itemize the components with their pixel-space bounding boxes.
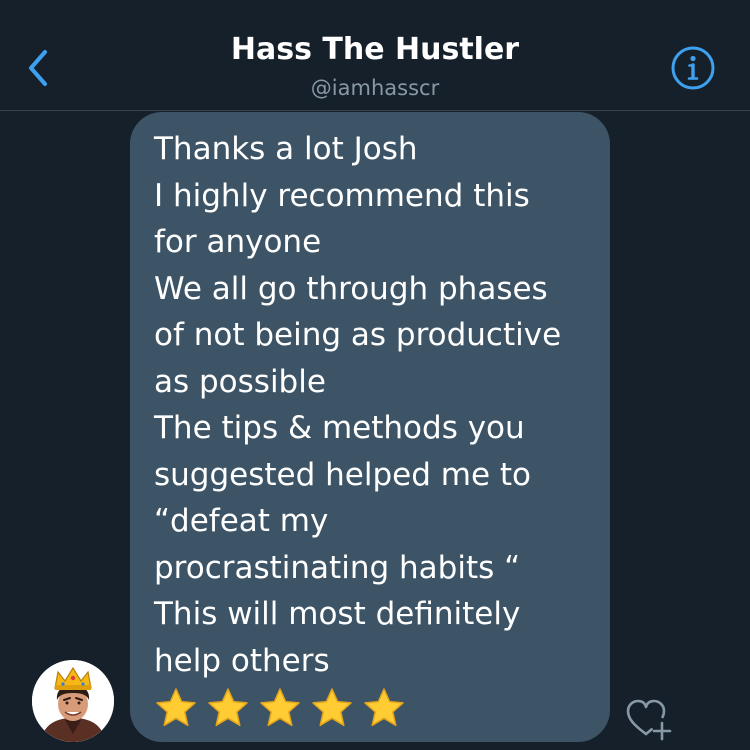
- heart-plus-icon: [626, 699, 672, 741]
- star-emoji-icon: [208, 688, 248, 727]
- star-emoji-icon: [260, 688, 300, 727]
- conversation-title[interactable]: Hass The Hustler: [0, 30, 750, 70]
- dm-conversation-screen: Hass The Hustler @iamhasscr Thanks a lot…: [0, 0, 750, 750]
- like-message-button[interactable]: [624, 696, 674, 742]
- message-line: “defeat my: [154, 503, 329, 539]
- message-line: Thanks a lot Josh: [154, 131, 418, 167]
- message-line: of not being as productive: [154, 317, 562, 353]
- message-bubble[interactable]: Thanks a lot Josh I highly recommend thi…: [130, 112, 610, 742]
- message-line: as possible: [154, 363, 326, 400]
- avatar-crowned-man-icon: [32, 660, 114, 742]
- message-line: for anyone: [154, 224, 322, 260]
- sender-avatar[interactable]: [32, 660, 114, 742]
- conversation-header: Hass The Hustler @iamhasscr: [0, 0, 750, 111]
- message-line: suggested helped me to: [154, 456, 531, 493]
- message-line: procrastinating habits “: [154, 549, 521, 586]
- message-line: I highly recommend this: [154, 177, 530, 214]
- star-emoji-icon: [156, 688, 196, 727]
- info-circle-icon: [671, 46, 715, 90]
- info-button[interactable]: [670, 45, 716, 91]
- message-line: This will most definitely: [154, 596, 521, 632]
- message-line: We all go through phases: [154, 270, 548, 307]
- conversation-handle[interactable]: @iamhasscr: [0, 74, 750, 102]
- star-emoji-icon: [364, 688, 404, 727]
- message-line: help others: [154, 642, 330, 679]
- star-emoji-icon: [312, 688, 352, 727]
- message-line: The tips & methods you: [154, 410, 525, 446]
- star-rating: [154, 686, 590, 730]
